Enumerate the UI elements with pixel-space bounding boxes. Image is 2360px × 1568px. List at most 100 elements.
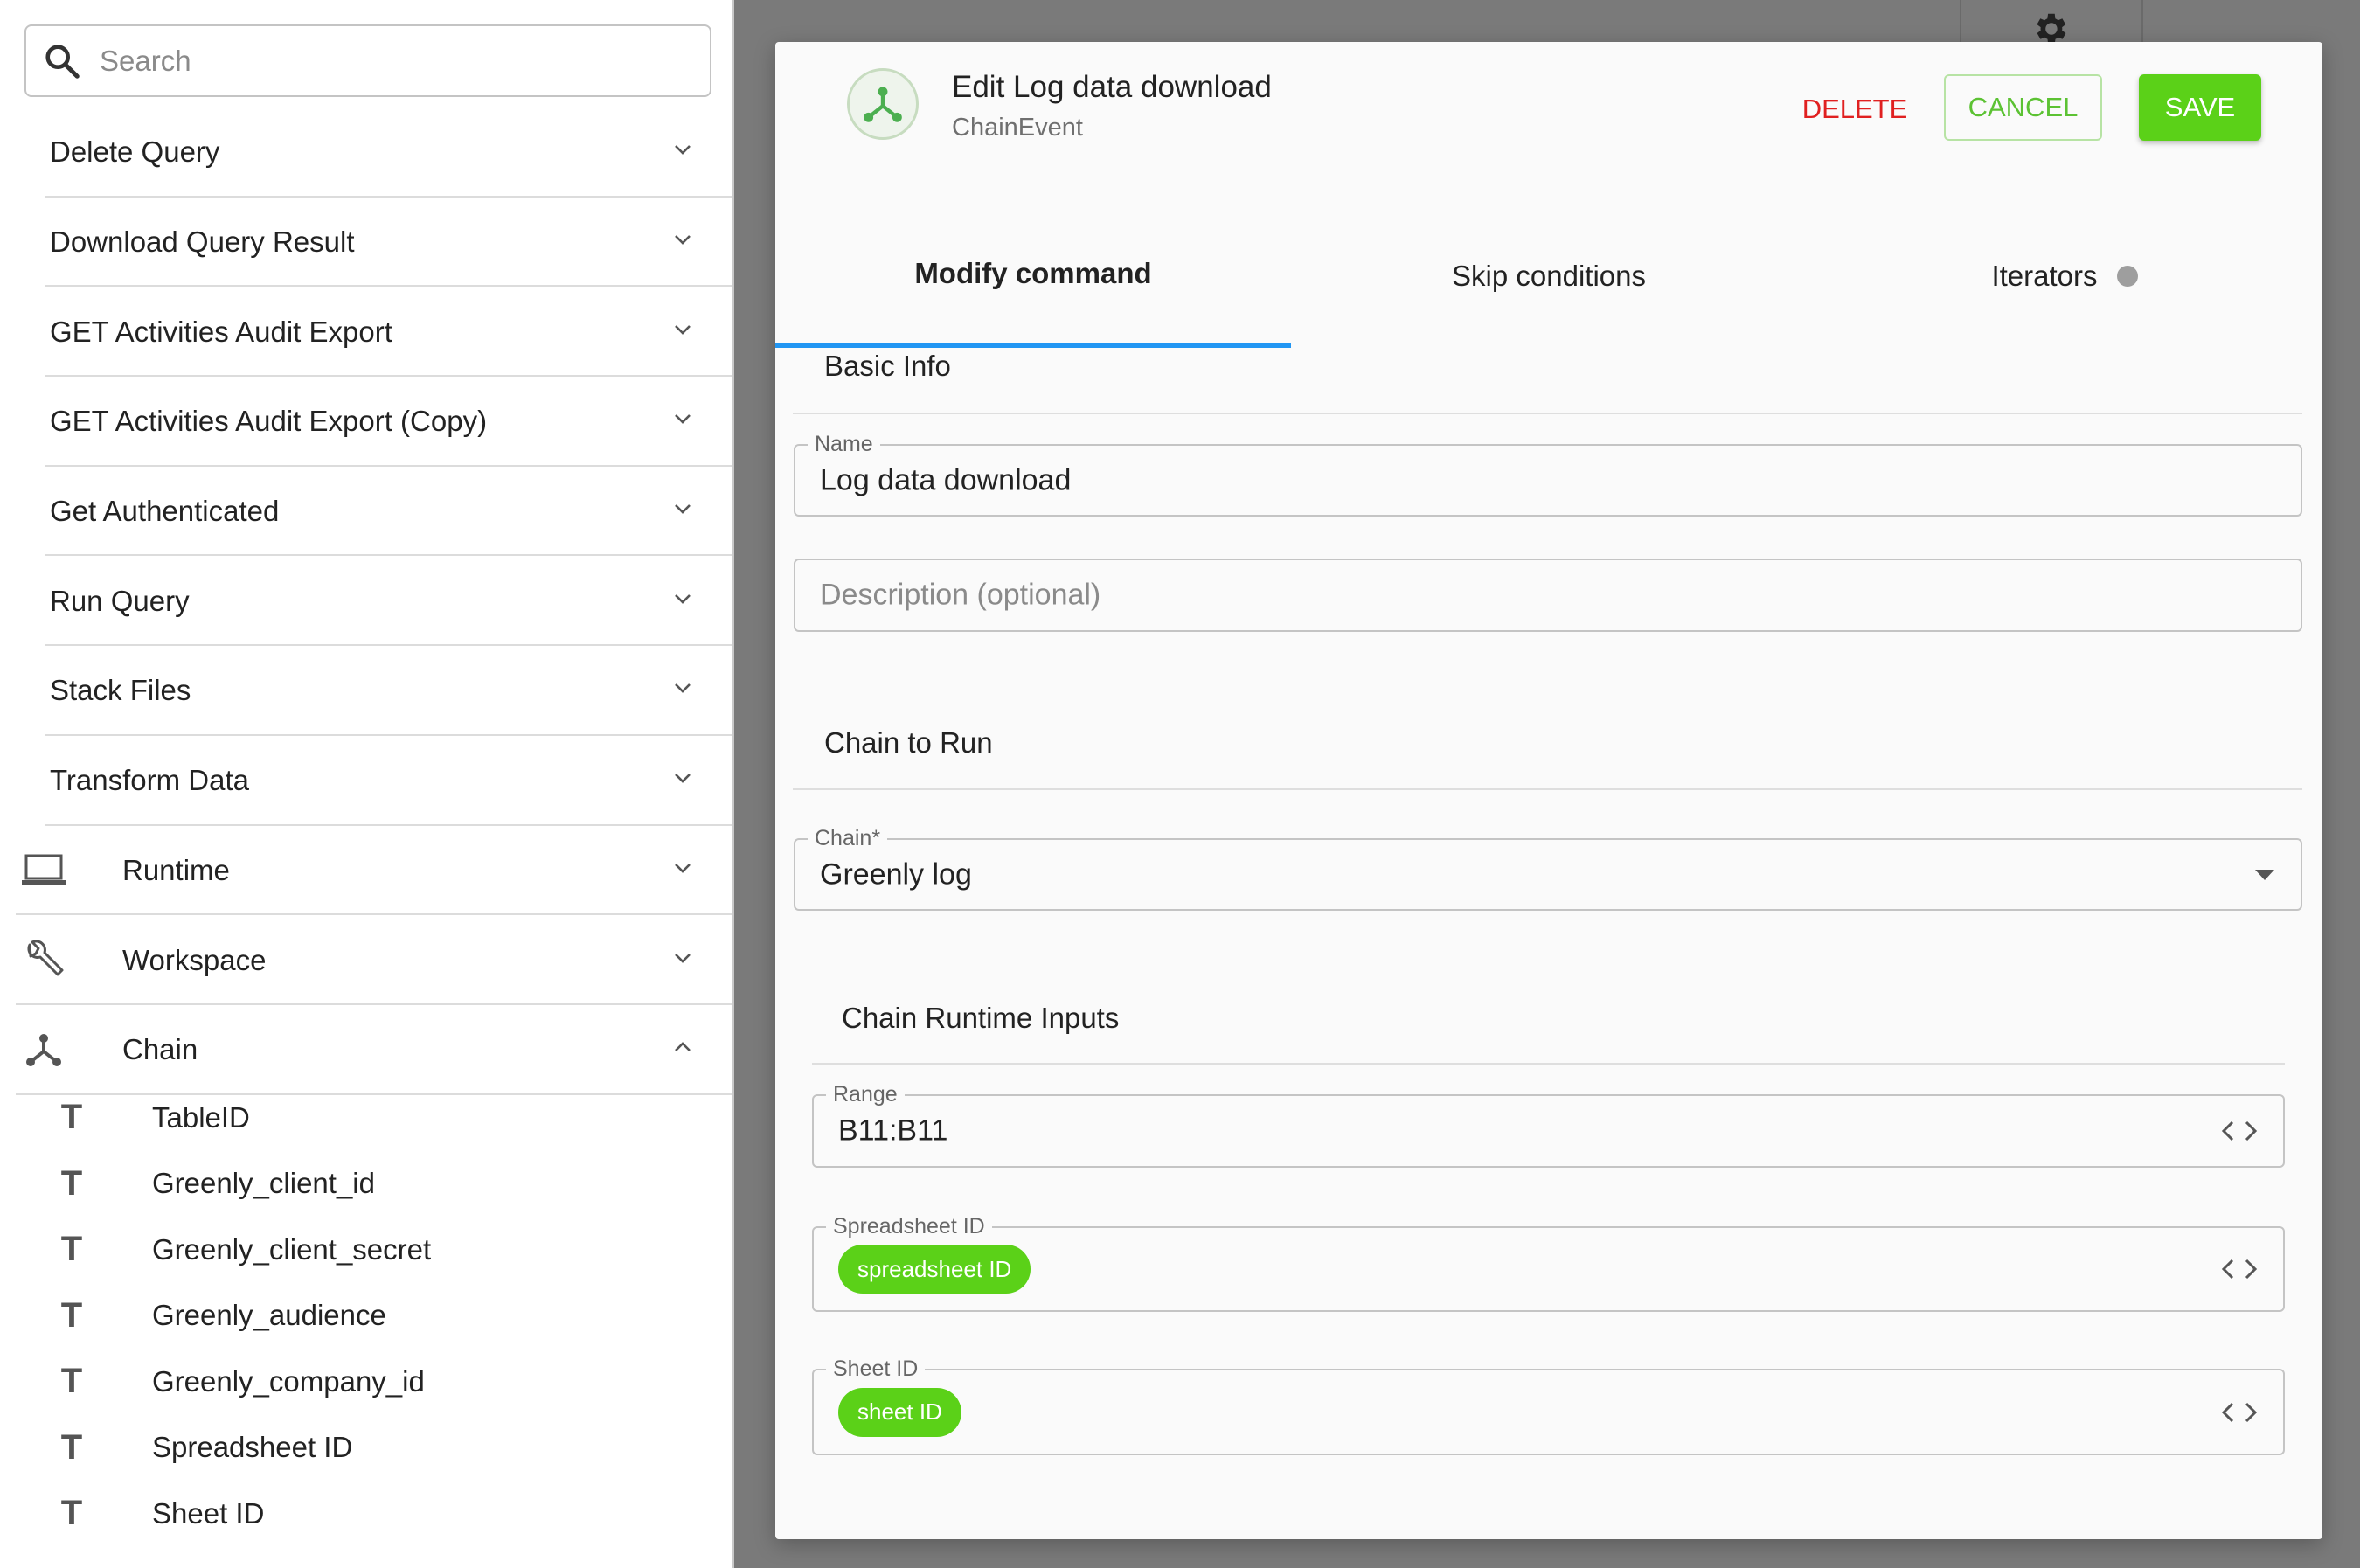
sidebar-item-label: Get Authenticated: [50, 495, 280, 528]
name-field-label: Name: [808, 432, 880, 457]
variable-label: Greenly_client_id: [152, 1167, 375, 1200]
variable-item[interactable]: T Sheet ID: [0, 1481, 732, 1547]
section-divider: [793, 788, 2302, 790]
text-type-icon: T: [60, 1230, 83, 1269]
chevron-down-icon[interactable]: [673, 678, 692, 697]
chevron-down-icon[interactable]: [673, 768, 692, 787]
variable-chip[interactable]: spreadsheet ID: [838, 1245, 1031, 1294]
sidebar-item-delete-query[interactable]: Delete Query: [0, 108, 732, 198]
sidebar-item-stack-files[interactable]: Stack Files: [0, 646, 732, 736]
chevron-down-icon[interactable]: [673, 589, 692, 608]
name-field-value[interactable]: Log data download: [820, 463, 1071, 497]
modal-title: Edit Log data download: [952, 70, 1272, 104]
range-field-value[interactable]: B11:B11: [838, 1114, 947, 1148]
spreadsheet-id-field-label: Spreadsheet ID: [826, 1214, 992, 1239]
variable-label: Greenly_client_secret: [152, 1232, 432, 1266]
sidebar-group-runtime[interactable]: Runtime: [0, 826, 732, 916]
text-type-icon: T: [60, 1427, 83, 1467]
text-type-icon: T: [60, 1295, 83, 1335]
variable-item[interactable]: T Greenly_client_secret: [0, 1217, 732, 1283]
variable-label: Greenly_company_id: [152, 1364, 425, 1398]
sidebar-group-workspace[interactable]: Workspace: [0, 915, 732, 1005]
sheet-id-field[interactable]: Sheet ID sheet ID: [812, 1356, 2285, 1455]
spreadsheet-id-field[interactable]: Spreadsheet ID spreadsheet ID: [812, 1214, 2285, 1312]
variable-label: Greenly_audience: [152, 1299, 386, 1332]
variable-item[interactable]: T Greenly_audience: [0, 1283, 732, 1349]
search-icon: [45, 44, 80, 79]
delete-button[interactable]: DELETE: [1789, 87, 1920, 131]
sidebar-group-label: Runtime: [122, 853, 230, 886]
chevron-down-icon[interactable]: [673, 948, 692, 968]
section-divider: [812, 1063, 2285, 1065]
chevron-down-icon[interactable]: [673, 499, 692, 518]
variable-label: TableID: [152, 1100, 250, 1134]
sidebar-item-label: Stack Files: [50, 674, 191, 707]
dropdown-arrow-icon[interactable]: [2255, 869, 2274, 880]
variable-item[interactable]: T TableID: [0, 1085, 732, 1151]
text-type-icon: T: [60, 1163, 83, 1203]
chevron-down-icon[interactable]: [673, 409, 692, 428]
sidebar-item-label: GET Activities Audit Export: [50, 315, 392, 348]
tab-modify-command[interactable]: Modify command: [775, 204, 1291, 348]
chain-variable-list: T TableID T Greenly_client_id T Greenly_…: [0, 1085, 732, 1547]
section-title-basic-info: Basic Info: [824, 350, 951, 382]
sidebar-item-label: Download Query Result: [50, 225, 355, 259]
text-type-icon: T: [60, 1098, 83, 1137]
command-list: Delete Query Download Query Result GET A…: [0, 108, 732, 1095]
code-toggle-icon[interactable]: [2218, 1399, 2260, 1426]
tab-label: Skip conditions: [1452, 259, 1646, 292]
tab-iterators[interactable]: Iterators: [1807, 204, 2322, 348]
chain-icon: [19, 1025, 68, 1074]
chain-select[interactable]: Chain* Greenly log: [794, 826, 2302, 911]
sidebar-item-download-query-result[interactable]: Download Query Result: [0, 198, 732, 288]
search-box[interactable]: [24, 24, 711, 97]
description-field[interactable]: Description (optional): [794, 559, 2302, 632]
tab-bar: Modify command Skip conditions Iterators: [775, 204, 2322, 348]
variable-item[interactable]: T Greenly_company_id: [0, 1349, 732, 1415]
chevron-down-icon[interactable]: [673, 230, 692, 249]
sidebar-group-label: Chain: [122, 1033, 198, 1066]
sidebar-item-transform-data[interactable]: Transform Data: [0, 736, 732, 826]
range-field-label: Range: [826, 1082, 905, 1107]
save-button[interactable]: SAVE: [2139, 74, 2261, 141]
section-title-chain-to-run: Chain to Run: [824, 726, 993, 759]
chevron-down-icon[interactable]: [673, 858, 692, 878]
tab-label: Iterators: [1991, 259, 2098, 292]
code-toggle-icon[interactable]: [2218, 1256, 2260, 1282]
sidebar-item-get-activities-audit-export[interactable]: GET Activities Audit Export: [0, 287, 732, 378]
variable-label: Spreadsheet ID: [152, 1431, 353, 1464]
chevron-down-icon[interactable]: [673, 320, 692, 339]
text-type-icon: T: [60, 1494, 83, 1533]
search-input[interactable]: [100, 44, 677, 78]
sidebar-item-get-activities-audit-export-copy[interactable]: GET Activities Audit Export (Copy): [0, 377, 732, 467]
chain-select-value[interactable]: Greenly log: [820, 857, 972, 892]
text-type-icon: T: [60, 1362, 83, 1401]
name-field[interactable]: Name Log data download: [794, 432, 2302, 517]
range-field[interactable]: Range B11:B11: [812, 1082, 2285, 1168]
sidebar-item-get-authenticated[interactable]: Get Authenticated: [0, 467, 732, 557]
sidebar-item-label: Transform Data: [50, 764, 250, 797]
variable-label: Sheet ID: [152, 1496, 265, 1530]
cancel-button[interactable]: CANCEL: [1944, 74, 2102, 141]
description-placeholder[interactable]: Description (optional): [820, 579, 1100, 613]
sidebar-item-label: Delete Query: [50, 135, 220, 169]
tab-skip-conditions[interactable]: Skip conditions: [1291, 204, 1807, 348]
chevron-up-icon[interactable]: [673, 1037, 692, 1057]
sidebar-group-chain[interactable]: Chain: [0, 1005, 732, 1095]
sidebar-item-label: GET Activities Audit Export (Copy): [50, 405, 488, 438]
variable-chip[interactable]: sheet ID: [838, 1387, 961, 1437]
chevron-down-icon[interactable]: [673, 140, 692, 159]
section-title-chain-runtime-inputs: Chain Runtime Inputs: [842, 1002, 1120, 1034]
sidebar-item-run-query[interactable]: Run Query: [0, 556, 732, 647]
sidebar-item-label: Run Query: [50, 584, 190, 617]
sheet-id-field-label: Sheet ID: [826, 1356, 926, 1382]
chain-select-label: Chain*: [808, 826, 888, 851]
modal-subtitle: ChainEvent: [952, 114, 1083, 142]
variable-item[interactable]: T Spreadsheet ID: [0, 1415, 732, 1481]
sidebar: Delete Query Download Query Result GET A…: [0, 0, 734, 1568]
tab-label: Modify command: [914, 257, 1152, 289]
variable-item[interactable]: T Greenly_client_id: [0, 1151, 732, 1218]
code-toggle-icon[interactable]: [2218, 1118, 2260, 1144]
wrench-icon: [19, 936, 68, 985]
status-dot-icon: [2116, 265, 2138, 287]
